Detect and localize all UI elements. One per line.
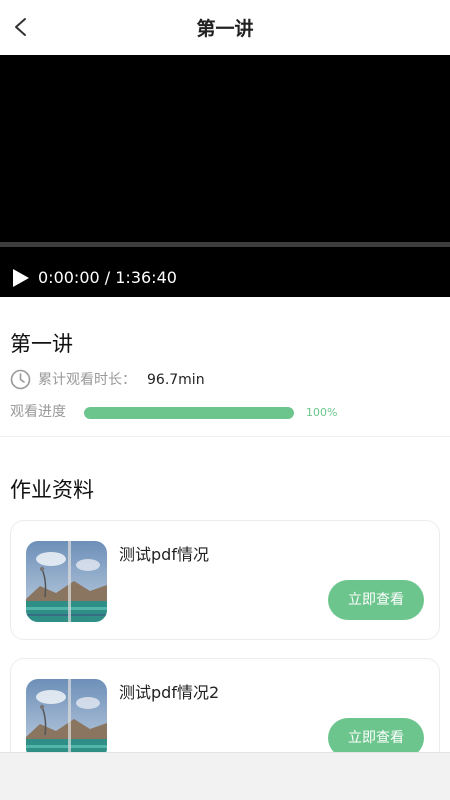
video-progress-bar[interactable] <box>0 242 450 247</box>
section-title: 作业资料 <box>10 478 94 502</box>
progress-label: 观看进度 <box>10 404 66 420</box>
bottom-bar <box>0 752 450 800</box>
view-now-button[interactable]: 立即查看 <box>328 580 424 620</box>
progress-fill <box>84 407 294 419</box>
play-button[interactable] <box>10 267 32 289</box>
clock-icon <box>10 369 31 390</box>
divider <box>0 436 450 437</box>
material-card: 测试pdf情况 立即查看 <box>10 520 440 640</box>
watch-duration-label: 累计观看时长： <box>38 372 136 388</box>
material-thumbnail <box>26 679 107 760</box>
lesson-title: 第一讲 <box>10 332 73 356</box>
navbar: 第一讲 <box>0 0 450 55</box>
material-thumbnail <box>26 541 107 622</box>
progress-percent: 100% <box>306 406 338 419</box>
landscape-image <box>26 679 107 760</box>
material-title: 测试pdf情况 <box>119 545 209 564</box>
material-title: 测试pdf情况2 <box>119 683 220 702</box>
page-title: 第一讲 <box>196 18 254 40</box>
watch-duration-value: 96.7min <box>147 372 205 388</box>
progress-track <box>84 407 294 419</box>
video-time: 0:00:00 / 1:36:40 <box>38 268 177 287</box>
video-player[interactable]: 0:00:00 / 1:36:40 <box>0 55 450 297</box>
play-icon <box>13 269 29 287</box>
landscape-image <box>26 541 107 622</box>
